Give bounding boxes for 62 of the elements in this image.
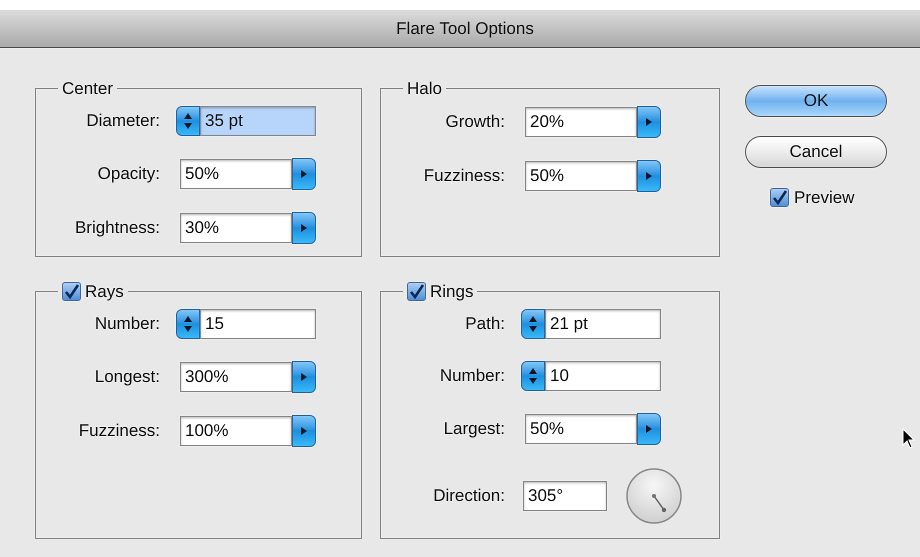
field-label: Fuzziness:: [78, 420, 161, 442]
dropdown-arrow-button[interactable]: [292, 360, 316, 392]
checkbox-label: Preview: [794, 187, 854, 209]
field-label: Opacity:: [96, 162, 161, 185]
field-label: Largest:: [442, 418, 506, 440]
play-triangle-icon: [645, 116, 653, 126]
stepper-button[interactable]: [521, 308, 545, 338]
input-field[interactable]: 305°: [523, 480, 607, 510]
play-triangle-icon: [300, 222, 308, 232]
dropdown-arrow-button[interactable]: [292, 158, 316, 190]
play-triangle-icon: [300, 372, 308, 382]
field-label: Brightness:: [74, 216, 161, 239]
input-field[interactable]: 35 pt: [200, 106, 316, 136]
play-triangle-icon: [645, 170, 653, 180]
checkbox[interactable]: [62, 282, 81, 302]
dropdown-arrow-button[interactable]: [637, 412, 661, 444]
check-icon: [772, 190, 788, 206]
input-field[interactable]: 50%: [525, 414, 637, 444]
input-field[interactable]: 100%: [180, 416, 292, 446]
input-field[interactable]: 50%: [525, 160, 637, 190]
play-triangle-icon: [300, 168, 308, 178]
field-label: Direction:: [432, 484, 506, 507]
up-down-arrows-icon: [528, 366, 538, 384]
dropdown-arrow-button[interactable]: [637, 106, 661, 138]
checkbox[interactable]: [770, 188, 789, 208]
angle-dial[interactable]: [625, 466, 683, 524]
group-title: Center: [62, 78, 114, 100]
input-field[interactable]: 50%: [180, 158, 292, 188]
dropdown-arrow-button[interactable]: [292, 414, 316, 446]
input-field[interactable]: 10: [545, 360, 661, 390]
input-field[interactable]: 300%: [180, 362, 292, 392]
mouse-pointer-icon: [902, 428, 916, 450]
input-field[interactable]: 15: [200, 308, 316, 338]
field-label: Number:: [94, 312, 161, 335]
input-field[interactable]: 20%: [525, 106, 637, 136]
group-title: Halo: [407, 78, 442, 100]
up-down-arrows-icon: [183, 112, 193, 130]
checkbox[interactable]: [407, 282, 426, 302]
field-label: Longest:: [94, 366, 161, 388]
cancel-button[interactable]: Cancel: [745, 136, 887, 168]
stepper-button[interactable]: [521, 360, 545, 390]
up-down-arrows-icon: [183, 314, 193, 332]
field-label: Diameter:: [85, 110, 161, 132]
window-title: Flare Tool Options: [395, 18, 534, 40]
stepper-button[interactable]: [176, 308, 200, 338]
stepper-button[interactable]: [176, 106, 200, 136]
up-down-arrows-icon: [528, 314, 538, 332]
field-label: Number:: [438, 364, 506, 387]
input-field[interactable]: 30%: [180, 212, 292, 242]
field-label: Path:: [464, 312, 506, 335]
field-label: Fuzziness:: [422, 164, 506, 187]
check-icon: [64, 284, 80, 300]
play-triangle-icon: [645, 424, 653, 434]
play-triangle-icon: [300, 426, 308, 436]
input-field[interactable]: 21 pt: [545, 308, 661, 338]
group-title: Rays: [85, 281, 124, 303]
dropdown-arrow-button[interactable]: [292, 212, 316, 244]
check-icon: [408, 284, 424, 300]
ok-button[interactable]: OK: [745, 85, 887, 117]
field-label: Growth:: [444, 110, 506, 133]
dropdown-arrow-button[interactable]: [637, 160, 661, 192]
group-title: Rings: [430, 281, 474, 303]
